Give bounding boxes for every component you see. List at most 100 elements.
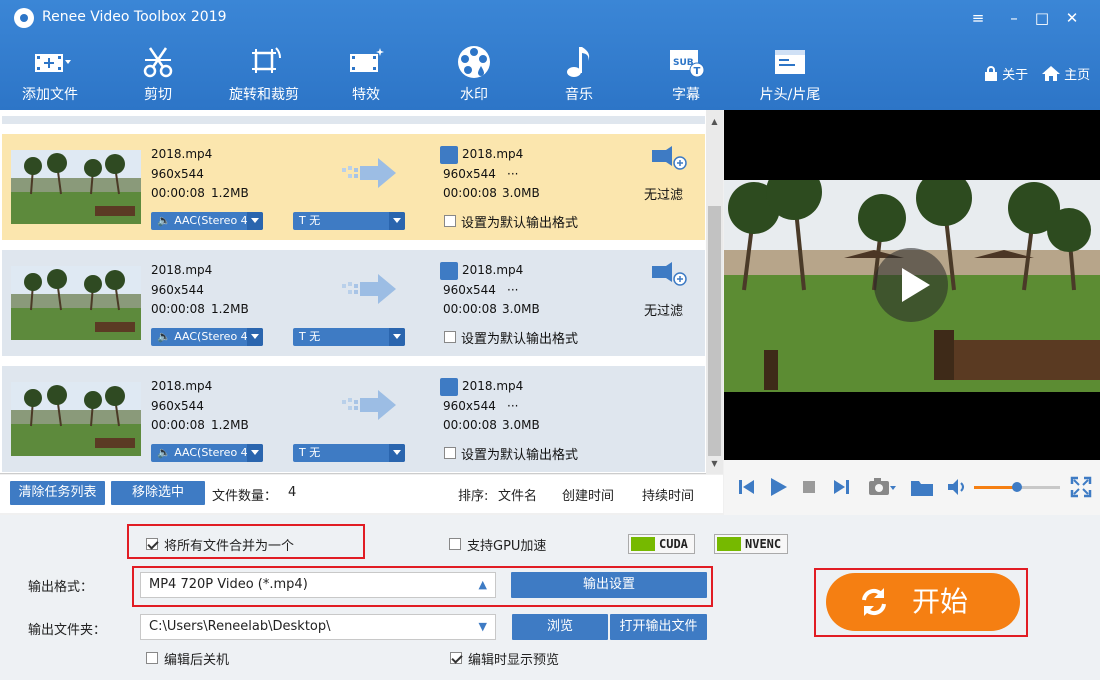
file-list-scrollbar[interactable]: ▲ ▼ <box>706 110 723 474</box>
subtitle-dropdown[interactable]: T 无 <box>293 444 405 462</box>
toolbar-intro-outro[interactable]: 片头/片尾 <box>752 44 828 106</box>
edit-output-icon[interactable] <box>440 378 458 396</box>
toolbar-effects[interactable]: 特效 <box>338 44 394 106</box>
toolbar-subtitle[interactable]: SUB T 字幕 <box>658 44 714 106</box>
chevron-down-icon <box>389 444 405 462</box>
output-more[interactable]: ··· <box>507 283 518 297</box>
maximize-icon[interactable]: □ <box>1030 8 1054 28</box>
audio-track-dropdown[interactable]: 🔈 AAC(Stereo 4 <box>151 212 263 230</box>
default-format-checkbox[interactable] <box>444 215 456 227</box>
output-more[interactable]: ··· <box>507 399 518 413</box>
filter-icon[interactable] <box>652 262 688 286</box>
toolbar-cut[interactable]: 剪切 <box>128 44 188 106</box>
scroll-up-icon[interactable]: ▲ <box>706 114 723 130</box>
convert-arrow-icon <box>342 158 396 188</box>
app-title: Renee Video Toolbox 2019 <box>42 9 227 25</box>
nvidia-logo-icon <box>717 537 741 551</box>
home-icon <box>1042 66 1060 81</box>
snapshot-icon[interactable] <box>868 476 896 498</box>
start-button[interactable]: 开始 <box>826 573 1020 631</box>
scroll-thumb[interactable] <box>708 206 721 456</box>
home-button[interactable]: 主页 <box>1042 64 1090 83</box>
minimize-icon[interactable]: – <box>1002 8 1026 28</box>
folder-icon[interactable] <box>910 476 934 498</box>
output-format-select[interactable]: MP4 720P Video (*.mp4) ▲ <box>140 572 496 598</box>
chevron-down-icon <box>247 444 263 462</box>
file-count-value: 4 <box>288 485 297 500</box>
video-thumbnail <box>11 150 141 224</box>
about-button[interactable]: 关于 <box>984 64 1028 83</box>
subtitle-value: 无 <box>309 214 321 227</box>
toolbar-label: 特效 <box>352 87 380 103</box>
show-preview-checkbox[interactable] <box>450 652 462 664</box>
merge-checkbox[interactable] <box>146 538 158 550</box>
toolbar-rotate-crop[interactable]: 旋转和裁剪 <box>224 44 304 106</box>
remove-selected-button[interactable]: 移除选中 <box>111 481 205 505</box>
default-format-label: 设置为默认输出格式 <box>461 216 579 231</box>
sort-by-name[interactable]: 文件名 <box>498 485 537 504</box>
stop-icon[interactable] <box>798 476 820 498</box>
previous-icon[interactable] <box>736 476 758 498</box>
sort-by-created[interactable]: 创建时间 <box>562 485 614 504</box>
clear-list-button[interactable]: 清除任务列表 <box>10 481 105 505</box>
open-output-folder-button[interactable]: 打开输出文件 <box>610 614 707 640</box>
filter-label: 无过滤 <box>644 304 684 319</box>
input-resolution: 960x544 <box>151 399 204 413</box>
video-preview <box>724 110 1100 460</box>
subtitle-dropdown[interactable]: T 无 <box>293 212 405 230</box>
gpu-checkbox[interactable] <box>449 538 461 550</box>
subtitle-dropdown[interactable]: T 无 <box>293 328 405 346</box>
volume-icon[interactable] <box>946 476 968 498</box>
music-icon <box>567 47 590 77</box>
file-row[interactable]: 2018.mp4 960x544 00:00:08 1.2MB 2018.mp4… <box>2 250 705 356</box>
output-duration: 00:00:08 <box>443 186 497 200</box>
chevron-down-icon <box>389 328 405 346</box>
file-row[interactable]: 2018.mp4 960x544 00:00:08 1.2MB 2018.mp4… <box>2 134 705 240</box>
effects-icon <box>350 48 384 72</box>
audio-track-dropdown[interactable]: 🔈 AAC(Stereo 4 <box>151 444 263 462</box>
output-resolution: 960x544 <box>443 167 496 181</box>
filter-icon[interactable] <box>652 146 688 170</box>
home-label: 主页 <box>1064 68 1091 83</box>
output-more[interactable]: ··· <box>507 167 518 181</box>
output-folder-select[interactable]: C:\Users\Reneelab\Desktop\ ▼ <box>140 614 496 640</box>
subtitle-value: 无 <box>309 446 321 459</box>
output-file-name: 2018.mp4 <box>462 379 524 393</box>
default-format-checkbox[interactable] <box>444 447 456 459</box>
output-settings-button[interactable]: 输出设置 <box>511 572 707 598</box>
menu-icon[interactable]: ≡ <box>966 8 990 28</box>
shutdown-checkbox[interactable] <box>146 652 158 664</box>
next-icon[interactable] <box>830 476 852 498</box>
video-thumbnail <box>11 382 141 456</box>
close-icon[interactable]: ✕ <box>1060 8 1084 28</box>
default-format-checkbox[interactable] <box>444 331 456 343</box>
volume-fill <box>974 486 1017 489</box>
output-format-value: MP4 720P Video (*.mp4) <box>149 577 308 592</box>
toolbar-watermark[interactable]: 水印 <box>446 44 502 106</box>
volume-slider[interactable] <box>974 482 1060 492</box>
watermark-icon <box>458 46 490 78</box>
browse-button[interactable]: 浏览 <box>512 614 608 640</box>
fullscreen-icon[interactable] <box>1070 476 1092 498</box>
scroll-down-icon[interactable]: ▼ <box>706 456 723 472</box>
input-file-name: 2018.mp4 <box>151 147 213 161</box>
edit-output-icon[interactable] <box>440 146 458 164</box>
file-row[interactable]: 2018.mp4 960x544 00:00:08 1.2MB 2018.mp4… <box>2 366 705 472</box>
convert-arrow-icon <box>342 390 396 420</box>
top-bar: Renee Video Toolbox 2019 ≡ – □ ✕ 添加文件 剪切… <box>0 0 1100 110</box>
add-file-icon <box>35 54 71 72</box>
play-overlay-icon[interactable] <box>874 248 948 322</box>
edit-output-icon[interactable] <box>440 262 458 280</box>
play-icon[interactable] <box>767 476 789 498</box>
nvenc-label: NVENC <box>745 537 782 551</box>
scissors-icon <box>143 47 173 78</box>
toolbar-add-file[interactable]: 添加文件 <box>16 44 84 106</box>
cuda-label: CUDA <box>659 537 688 551</box>
nvenc-badge: NVENC <box>714 534 789 554</box>
audio-track-dropdown[interactable]: 🔈 AAC(Stereo 4 <box>151 328 263 346</box>
toolbar-music[interactable]: 音乐 <box>552 44 606 106</box>
sort-by-duration[interactable]: 持续时间 <box>642 485 694 504</box>
volume-knob[interactable] <box>1012 482 1022 492</box>
speaker-icon: 🔈 <box>157 446 171 459</box>
input-size: 1.2MB <box>211 186 249 200</box>
